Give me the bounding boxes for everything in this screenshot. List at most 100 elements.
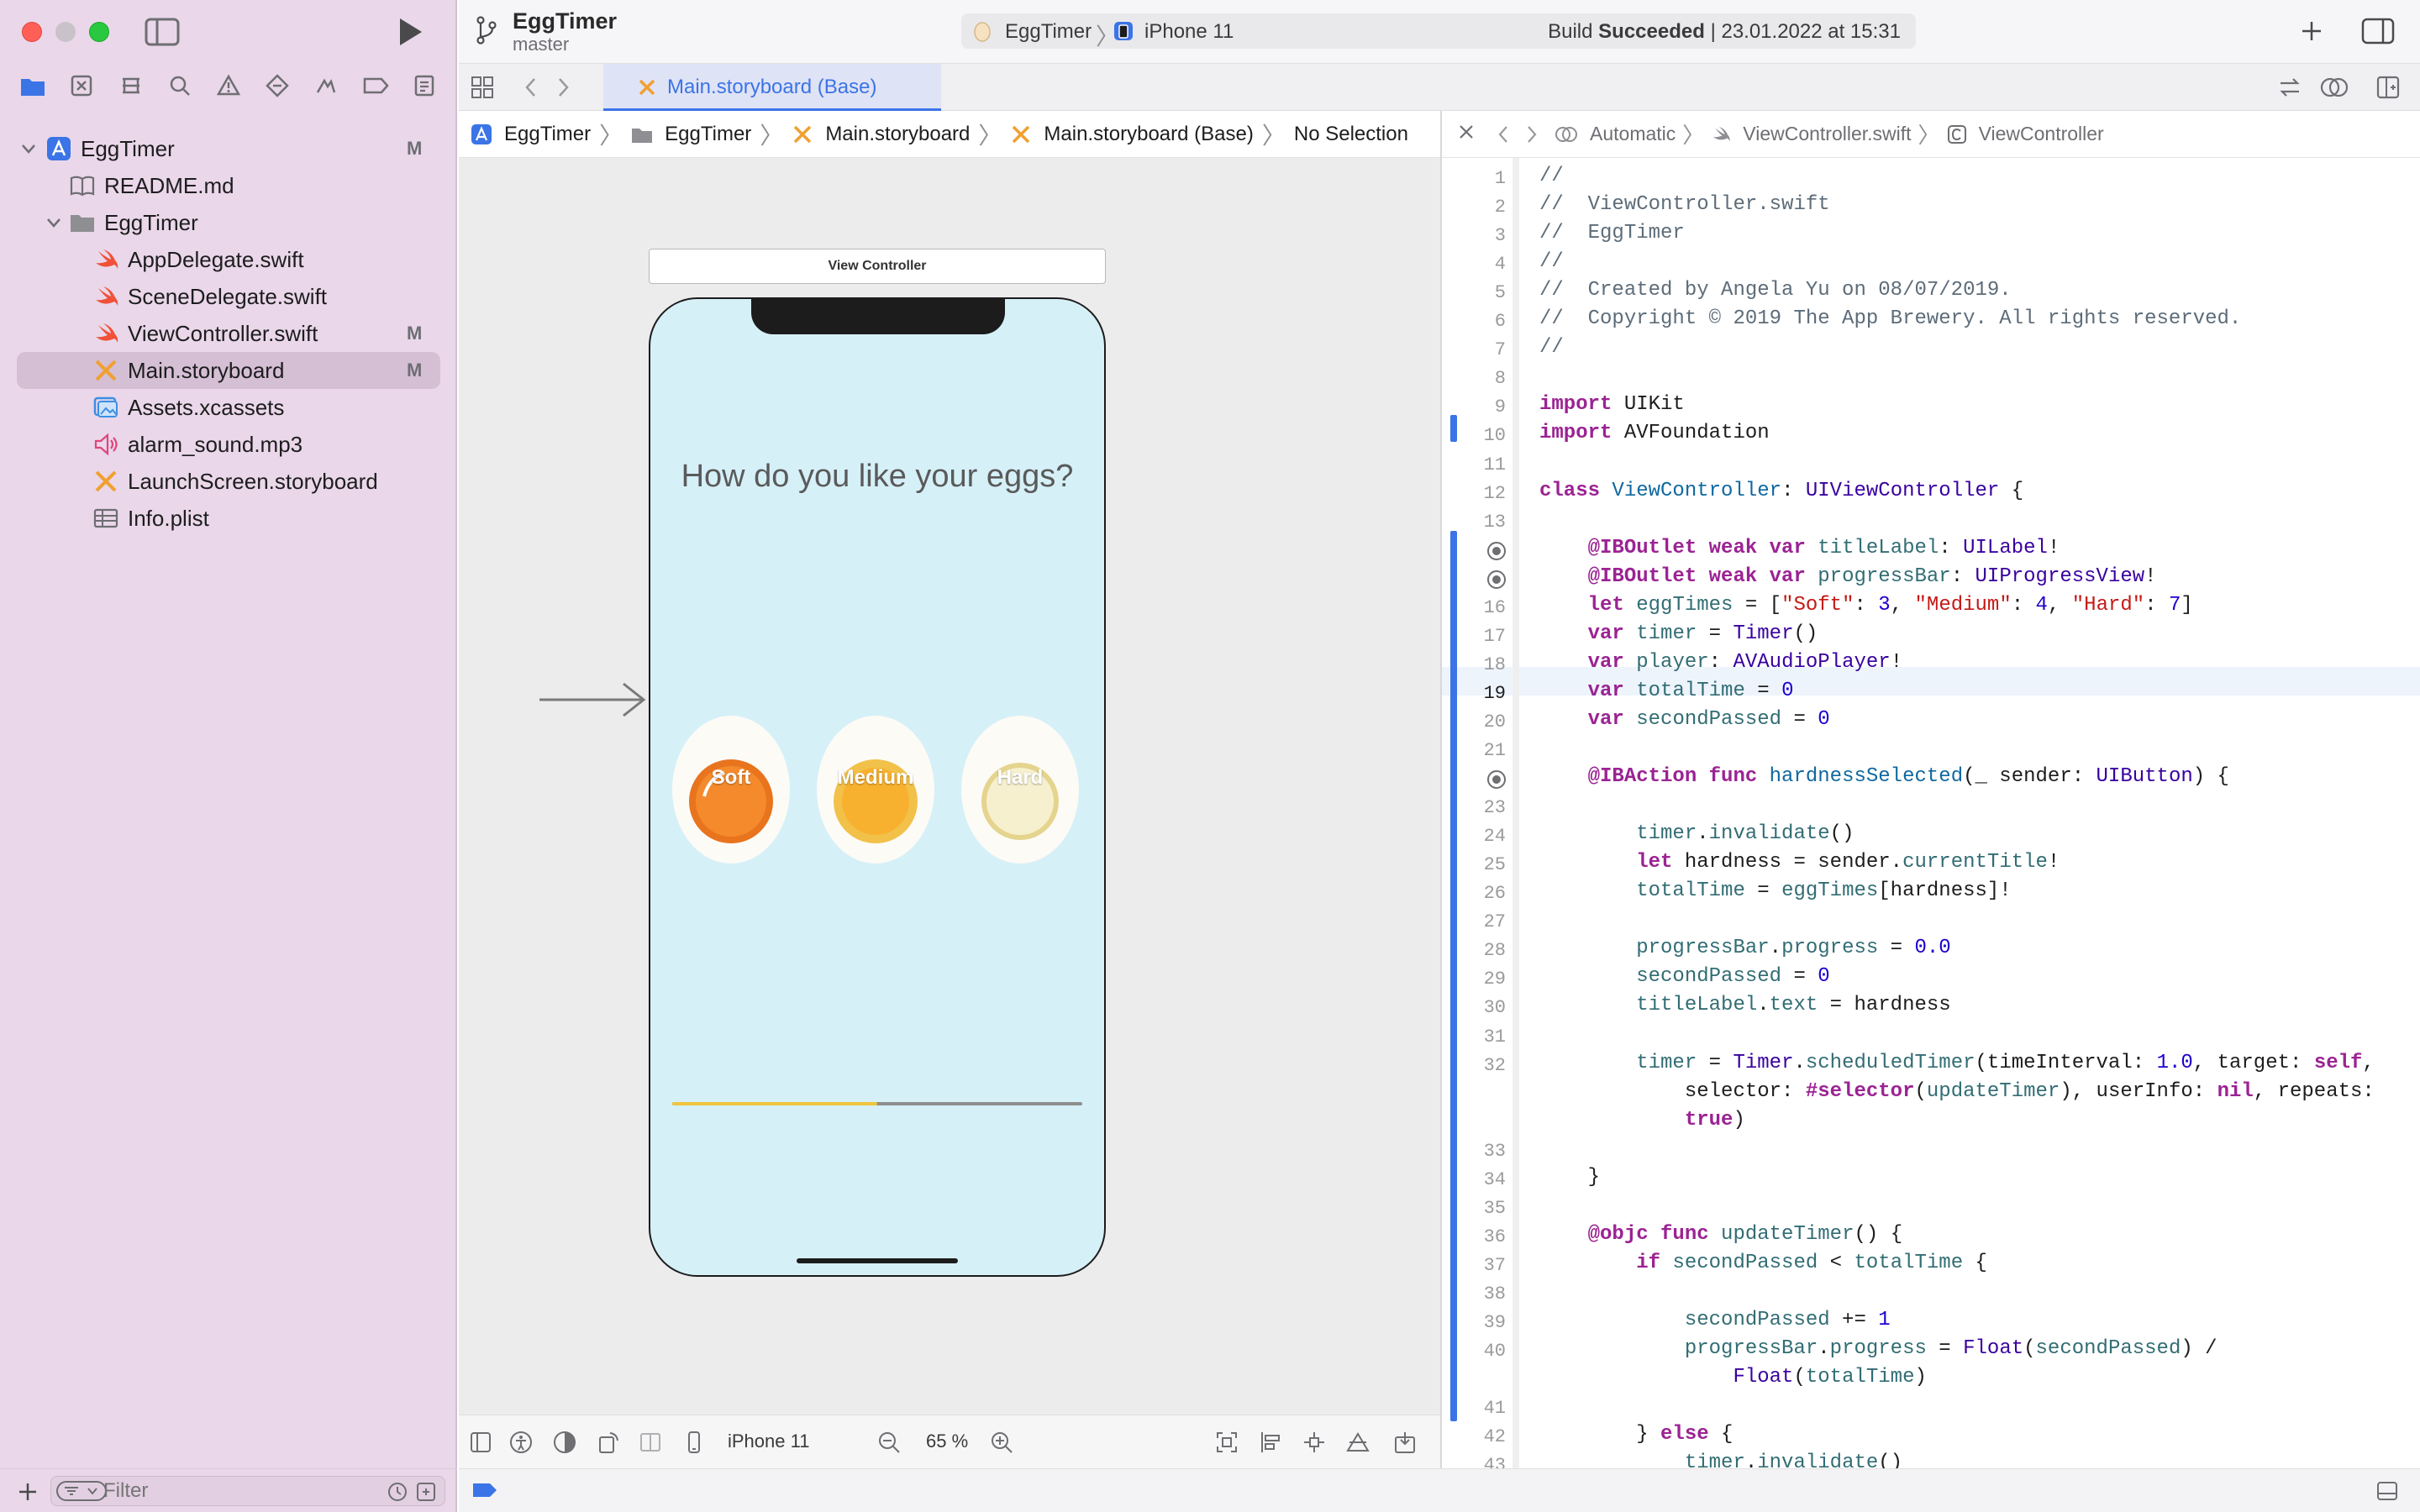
scene-title-bar[interactable]: View Controller	[649, 249, 1106, 284]
sidebar-toggle-icon[interactable]	[145, 17, 180, 47]
accessibility-icon[interactable]	[509, 1431, 533, 1454]
code-line[interactable]: //	[1539, 165, 1564, 187]
appearance-icon[interactable]	[553, 1431, 576, 1454]
code-line[interactable]: @IBOutlet weak var progressBar: UIProgre…	[1539, 565, 2157, 588]
tree-item-infoplist[interactable]: Info.plist	[0, 500, 457, 537]
title-label[interactable]: How do you like your eggs?	[650, 459, 1104, 495]
document-outline-icon[interactable]	[469, 1431, 492, 1454]
code-line[interactable]: // Created by Angela Yu on 08/07/2019.	[1539, 279, 2012, 302]
chevron-left-icon[interactable]	[523, 76, 539, 99]
code-line[interactable]: let hardness = sender.currentTitle!	[1539, 851, 2060, 874]
code-line[interactable]: } else {	[1539, 1423, 1733, 1446]
test-icon[interactable]	[262, 71, 292, 101]
code-line[interactable]: totalTime = eggTimes[hardness]!	[1539, 879, 2012, 902]
embed-in-icon[interactable]	[1393, 1431, 1417, 1454]
run-button[interactable]	[393, 15, 427, 49]
code-line[interactable]: var player: AVAudioPlayer!	[1539, 651, 1903, 674]
debug-area-toggle-icon[interactable]	[2376, 1481, 2398, 1501]
issue-icon[interactable]	[213, 71, 244, 101]
clock-icon[interactable]	[387, 1482, 408, 1502]
breadcrumb-item[interactable]: Automatic	[1590, 123, 1676, 145]
breadcrumb-item[interactable]: EggTimer	[665, 123, 751, 146]
breadcrumb-item[interactable]: Main.storyboard	[825, 123, 970, 146]
code-line[interactable]: class ViewController: UIViewController {	[1539, 480, 2023, 502]
chevron-down-icon[interactable]	[45, 214, 62, 231]
code-line[interactable]: import UIKit	[1539, 393, 1685, 416]
soft-egg-button[interactable]: Soft	[671, 712, 792, 864]
outlet-connection-icon[interactable]	[1487, 570, 1506, 589]
code-line[interactable]: let eggTimes = ["Soft": 3, "Medium": 4, …	[1539, 594, 2193, 617]
tree-item-group[interactable]: EggTimer	[0, 204, 457, 241]
close-icon[interactable]	[1459, 124, 1474, 144]
medium-egg-button[interactable]: Medium	[815, 712, 936, 864]
code-line[interactable]: // EggTimer	[1539, 222, 1685, 244]
tab-main-storyboard[interactable]: Main.storyboard (Base)	[603, 64, 941, 111]
code-line[interactable]: timer.invalidate()	[1539, 822, 1854, 845]
inspector-toggle-icon[interactable]	[2361, 17, 2395, 45]
scheme-selector[interactable]: EggTimer	[1005, 20, 1092, 44]
chevron-right-icon[interactable]	[555, 76, 571, 99]
outlet-connection-icon[interactable]	[1487, 541, 1506, 560]
window-zoom-button[interactable]	[89, 22, 109, 42]
iphone-scene[interactable]: How do you like your eggs? Soft Medium H…	[649, 297, 1106, 1277]
symbol-icon[interactable]	[116, 71, 146, 101]
add-editor-icon[interactable]	[2376, 76, 2400, 99]
code-line[interactable]: timer = Timer.scheduledTimer(timeInterva…	[1539, 1052, 2375, 1074]
related-items-icon[interactable]	[471, 76, 494, 99]
code-line[interactable]: secondPassed = 0	[1539, 965, 1829, 988]
filter-options-icon[interactable]	[56, 1480, 107, 1502]
find-icon[interactable]	[165, 71, 195, 101]
zoom-out-icon[interactable]	[877, 1431, 901, 1454]
outlet-connection-icon[interactable]	[1487, 770, 1506, 790]
code-line[interactable]: Float(totalTime)	[1539, 1366, 1926, 1389]
breakpoint-icon[interactable]	[360, 71, 391, 101]
code-line[interactable]: var totalTime = 0	[1539, 680, 1794, 702]
storyboard-canvas[interactable]: EggTimer 〉 EggTimer 〉 Main.storyboard 〉 …	[459, 111, 1440, 1468]
chevron-left-icon[interactable]	[1497, 124, 1509, 144]
code-line[interactable]: // Copyright © 2019 The App Brewery. All…	[1539, 307, 2241, 330]
code-editor[interactable]: Automatic 〉 ViewController.swift 〉 ViewC…	[1440, 111, 2420, 1476]
report-icon[interactable]	[409, 71, 439, 101]
code-line[interactable]: @objc func updateTimer() {	[1539, 1223, 1902, 1246]
add-constraints-icon[interactable]	[1302, 1431, 1326, 1454]
code-line[interactable]: @IBOutlet weak var titleLabel: UILabel!	[1539, 537, 2060, 559]
entry-point-arrow-icon[interactable]	[539, 679, 649, 721]
align-icon[interactable]	[1259, 1431, 1282, 1454]
window-close-button[interactable]	[22, 22, 42, 42]
iphone-icon[interactable]	[682, 1431, 706, 1454]
filter-input[interactable]	[103, 1478, 355, 1504]
swap-editors-icon[interactable]	[2277, 76, 2302, 99]
orientation-icon[interactable]	[597, 1431, 620, 1454]
code-line[interactable]: //	[1539, 250, 1564, 273]
progress-bar[interactable]	[672, 1102, 1082, 1105]
folder-icon[interactable]	[18, 71, 48, 101]
zoom-level[interactable]: 65 %	[926, 1431, 968, 1452]
filter-field[interactable]	[50, 1476, 445, 1506]
source-control-icon[interactable]	[66, 71, 97, 101]
code-line[interactable]: secondPassed += 1	[1539, 1309, 1891, 1331]
breadcrumb-item[interactable]: ViewController	[1979, 123, 2104, 145]
code-line[interactable]: progressBar.progress = 0.0	[1539, 937, 1951, 959]
tree-item-alarm-sound[interactable]: alarm_sound.mp3	[0, 426, 457, 463]
add-library-icon[interactable]	[2297, 17, 2326, 45]
breakpoint-toggle-icon[interactable]	[472, 1483, 497, 1498]
breadcrumb-item[interactable]: No Selection	[1294, 123, 1408, 146]
code-line[interactable]: // ViewController.swift	[1539, 193, 1830, 216]
chevron-right-icon[interactable]	[1526, 124, 1538, 144]
device-selector[interactable]: iPhone 11	[728, 1431, 809, 1452]
add-icon[interactable]	[17, 1481, 39, 1503]
update-frames-icon[interactable]	[1215, 1431, 1239, 1454]
chevron-down-icon[interactable]	[20, 140, 37, 157]
debug-icon[interactable]	[311, 71, 341, 101]
code-line[interactable]: }	[1539, 1166, 1600, 1189]
tree-item-mainstoryboard[interactable]: Main.storyboard M	[17, 352, 440, 389]
tree-item-assets[interactable]: Assets.xcassets	[0, 389, 457, 426]
device-configuration-icon[interactable]	[639, 1431, 662, 1454]
tree-item-project[interactable]: EggTimer M	[0, 130, 457, 167]
code-line[interactable]: var timer = Timer()	[1539, 622, 1818, 645]
code-line[interactable]: import AVFoundation	[1539, 422, 1770, 444]
tree-item-scenedelegate[interactable]: SceneDelegate.swift	[0, 278, 457, 315]
breadcrumb-item[interactable]: Main.storyboard (Base)	[1044, 123, 1253, 146]
tree-item-launchscreen[interactable]: LaunchScreen.storyboard	[0, 463, 457, 500]
code-line[interactable]: selector: #selector(updateTimer), userIn…	[1539, 1080, 2375, 1103]
